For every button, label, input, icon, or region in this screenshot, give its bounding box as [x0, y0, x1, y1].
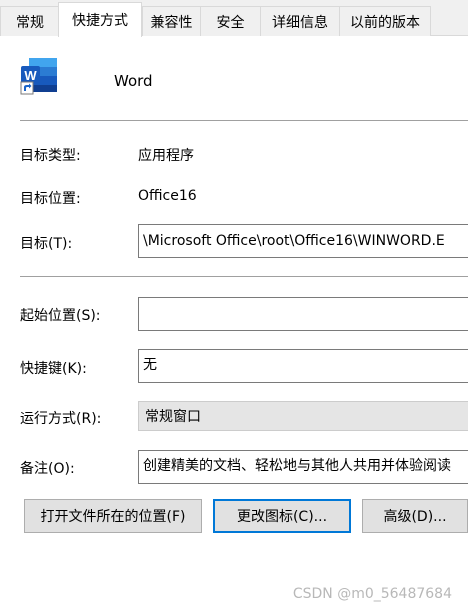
divider: [20, 120, 468, 121]
tab-label: 以前的版本: [350, 14, 420, 31]
open-file-location-label: 打开文件所在的位置(F): [40, 509, 186, 525]
shortcut-key-input[interactable]: 无: [138, 349, 468, 383]
tab-security[interactable]: 安全: [200, 6, 261, 36]
target-type-value: 应用程序: [138, 148, 194, 164]
comment-input[interactable]: 创建精美的文档、轻松地与其他人共用并体验阅读: [138, 450, 468, 484]
word-shortcut-icon: W: [20, 56, 58, 96]
tab-label: 兼容性: [150, 14, 193, 31]
shortcut-key-input-text: 无: [143, 357, 157, 373]
tab-previous-versions[interactable]: 以前的版本: [339, 6, 431, 36]
advanced-button[interactable]: 高级(D)...: [362, 499, 468, 533]
comment-input-text: 创建精美的文档、轻松地与其他人共用并体验阅读: [143, 458, 451, 474]
change-icon-label: 更改图标(C)...: [236, 509, 328, 525]
run-select[interactable]: 常规窗口: [138, 401, 468, 431]
target-location-label: 目标位置:: [20, 191, 81, 207]
target-input[interactable]: \Microsoft Office\root\Office16\WINWORD.…: [138, 224, 468, 258]
comment-label: 备注(O):: [20, 461, 75, 477]
tab-general[interactable]: 常规: [0, 6, 60, 36]
tab-label: 安全: [216, 14, 245, 31]
target-location-value: Office16: [138, 188, 197, 204]
open-file-location-button[interactable]: 打开文件所在的位置(F): [24, 499, 202, 533]
app-name: Word: [114, 72, 153, 90]
start-in-label: 起始位置(S):: [20, 308, 101, 324]
watermark: CSDN @m0_56487684: [292, 586, 452, 602]
run-label: 运行方式(R):: [20, 411, 102, 427]
shortcut-key-label: 快捷键(K):: [20, 361, 87, 377]
target-type-label: 目标类型:: [20, 148, 81, 164]
tab-label: 常规: [16, 14, 44, 31]
divider: [20, 276, 468, 277]
start-in-input[interactable]: [138, 297, 468, 331]
tab-label: 快捷方式: [72, 13, 128, 29]
target-label: 目标(T):: [20, 236, 73, 252]
tab-strip: 常规 安全 兼容性 详细信息 以前的版本 快捷方式: [0, 0, 468, 37]
run-select-value: 常规窗口: [145, 409, 201, 425]
change-icon-button[interactable]: 更改图标(C)...: [213, 499, 351, 533]
svg-text:W: W: [24, 68, 37, 83]
target-input-text: \Microsoft Office\root\Office16\WINWORD.…: [143, 233, 445, 249]
tab-details[interactable]: 详细信息: [260, 6, 340, 36]
tab-shortcut[interactable]: 快捷方式: [58, 2, 142, 37]
tab-compatibility[interactable]: 兼容性: [142, 6, 201, 36]
tab-label: 详细信息: [272, 14, 328, 31]
advanced-label: 高级(D)...: [383, 509, 447, 525]
